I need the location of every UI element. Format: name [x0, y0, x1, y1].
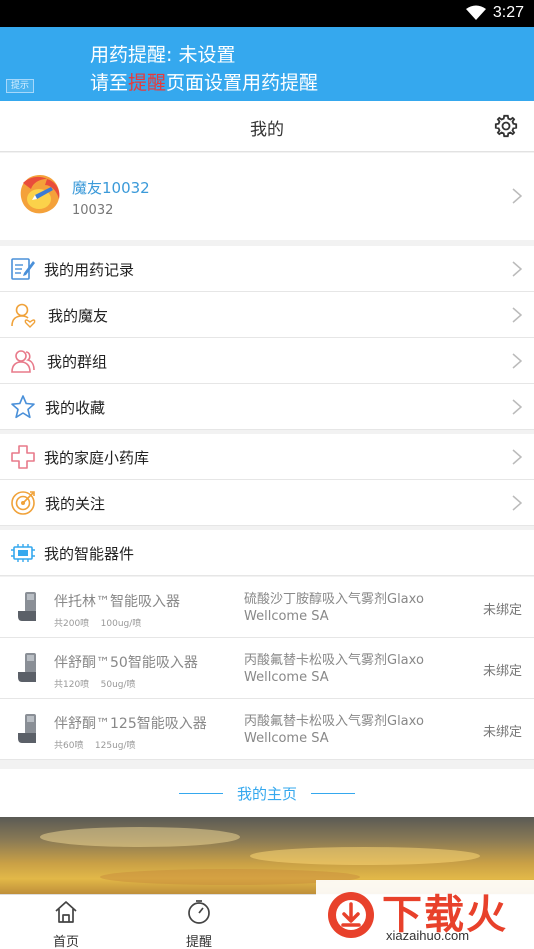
device-bind-status: 未绑定	[482, 603, 522, 618]
target-icon	[11, 491, 35, 515]
edit-document-icon	[11, 258, 35, 280]
homepage-section[interactable]: 我的主页	[0, 769, 534, 817]
reminder-banner[interactable]: 提示 用药提醒: 未设置 请至提醒页面设置用药提醒	[0, 27, 534, 101]
menu-home-pharmacy[interactable]: 我的家庭小药库	[0, 434, 534, 480]
banner-instruction: 请至提醒页面设置用药提醒	[90, 68, 318, 95]
watermark-site: xiazaihuo.com	[386, 928, 470, 943]
status-bar: 3:27	[0, 0, 534, 27]
chevron-right-icon	[512, 353, 522, 369]
banner-tag: 提示	[6, 79, 35, 93]
profile-name: 魔友10032	[72, 179, 150, 197]
device-dose-count: 共200喷	[54, 619, 90, 629]
profile-card[interactable]: 魔友10032 10032	[0, 153, 534, 240]
device-dose: 125ug/喷	[94, 741, 136, 751]
device-spec: 共120喷 50ug/喷	[54, 677, 136, 690]
menu-label: 我的家庭小药库	[44, 449, 150, 467]
wifi-icon	[466, 5, 486, 20]
menu-label: 我的群组	[47, 353, 108, 371]
cloud-shape	[40, 827, 240, 847]
device-bind-status: 未绑定	[482, 664, 522, 679]
device-drug: 丙酸氟替卡松吸入气雾剂Glaxo Wellcome SA	[244, 653, 424, 685]
chevron-right-icon	[512, 399, 522, 415]
menu-label: 我的关注	[45, 495, 106, 513]
menu-favorites[interactable]: 我的收藏	[0, 384, 534, 430]
watermark: 下载火 xiazaihuo.com	[316, 880, 534, 949]
device-item[interactable]: 伴舒酮™50智能吸入器 共120喷 50ug/喷 丙酸氟替卡松吸入气雾剂Glax…	[0, 638, 534, 699]
menu-follows[interactable]: 我的关注	[0, 480, 534, 526]
chevron-right-icon	[512, 495, 522, 511]
menu-label: 我的智能器件	[44, 545, 135, 563]
device-item[interactable]: 伴托林™智能吸入器 共200喷 100ug/喷 硫酸沙丁胺醇吸入气雾剂Glaxo…	[0, 577, 534, 638]
menu-groups[interactable]: 我的群组	[0, 338, 534, 384]
device-drug: 丙酸氟替卡松吸入气雾剂Glaxo Wellcome SA	[244, 714, 424, 746]
chevron-right-icon	[512, 449, 522, 465]
banner-status-text: 用药提醒: 未设置	[90, 44, 236, 66]
device-spec: 共60喷 125ug/喷	[54, 738, 136, 751]
menu-medication-records[interactable]: 我的用药记录	[0, 246, 534, 292]
inhaler-icon	[18, 653, 36, 682]
profile-id: 10032	[72, 203, 114, 218]
cloud-shape	[250, 847, 480, 865]
device-drug: 硫酸沙丁胺醇吸入气雾剂Glaxo Wellcome SA	[244, 592, 424, 624]
chevron-right-icon	[512, 307, 522, 323]
menu-smart-devices-header: 我的智能器件	[0, 530, 534, 576]
tab-label: 提醒	[185, 935, 212, 949]
device-dose: 100ug/喷	[100, 619, 142, 629]
banner-line2-suffix: 页面设置用药提醒	[166, 72, 319, 94]
device-dose: 50ug/喷	[100, 680, 136, 690]
avatar	[20, 175, 60, 214]
chip-icon	[11, 544, 35, 562]
medical-cross-icon	[11, 445, 35, 469]
home-icon	[55, 901, 77, 923]
menu-label: 我的魔友	[48, 307, 109, 325]
user-heart-icon	[11, 303, 36, 328]
banner-remind-link[interactable]: 提醒	[128, 72, 166, 94]
header: 我的	[0, 101, 534, 152]
group-icon	[11, 350, 35, 373]
device-name: 伴舒酮™50智能吸入器	[54, 655, 198, 671]
device-name: 伴托林™智能吸入器	[54, 594, 180, 610]
device-bind-status: 未绑定	[482, 725, 522, 740]
homepage-label: 我的主页	[236, 785, 297, 803]
menu-friends[interactable]: 我的魔友	[0, 292, 534, 338]
device-item[interactable]: 伴舒酮™125智能吸入器 共60喷 125ug/喷 丙酸氟替卡松吸入气雾剂Gla…	[0, 699, 534, 760]
device-name: 伴舒酮™125智能吸入器	[54, 716, 207, 732]
menu-label: 我的用药记录	[44, 261, 135, 279]
divider-line	[311, 793, 355, 794]
tab-label: 首页	[52, 935, 79, 949]
device-dose-count: 共120喷	[54, 680, 90, 690]
tab-home[interactable]: 首页	[26, 899, 106, 949]
settings-gear-icon[interactable]	[494, 114, 518, 138]
chevron-right-icon	[512, 188, 522, 204]
page-title: 我的	[250, 120, 284, 140]
clock-icon	[188, 900, 210, 924]
status-time: 3:27	[492, 4, 524, 21]
banner-line2-prefix: 请至	[90, 72, 129, 94]
inhaler-icon	[18, 714, 36, 743]
download-logo-icon	[328, 892, 374, 938]
device-dose-count: 共60喷	[54, 741, 84, 751]
star-icon	[11, 395, 35, 419]
tab-remind[interactable]: 提醒	[159, 899, 239, 949]
device-spec: 共200喷 100ug/喷	[54, 616, 141, 629]
chevron-right-icon	[512, 261, 522, 277]
inhaler-icon	[18, 592, 36, 621]
menu-label: 我的收藏	[45, 399, 106, 417]
